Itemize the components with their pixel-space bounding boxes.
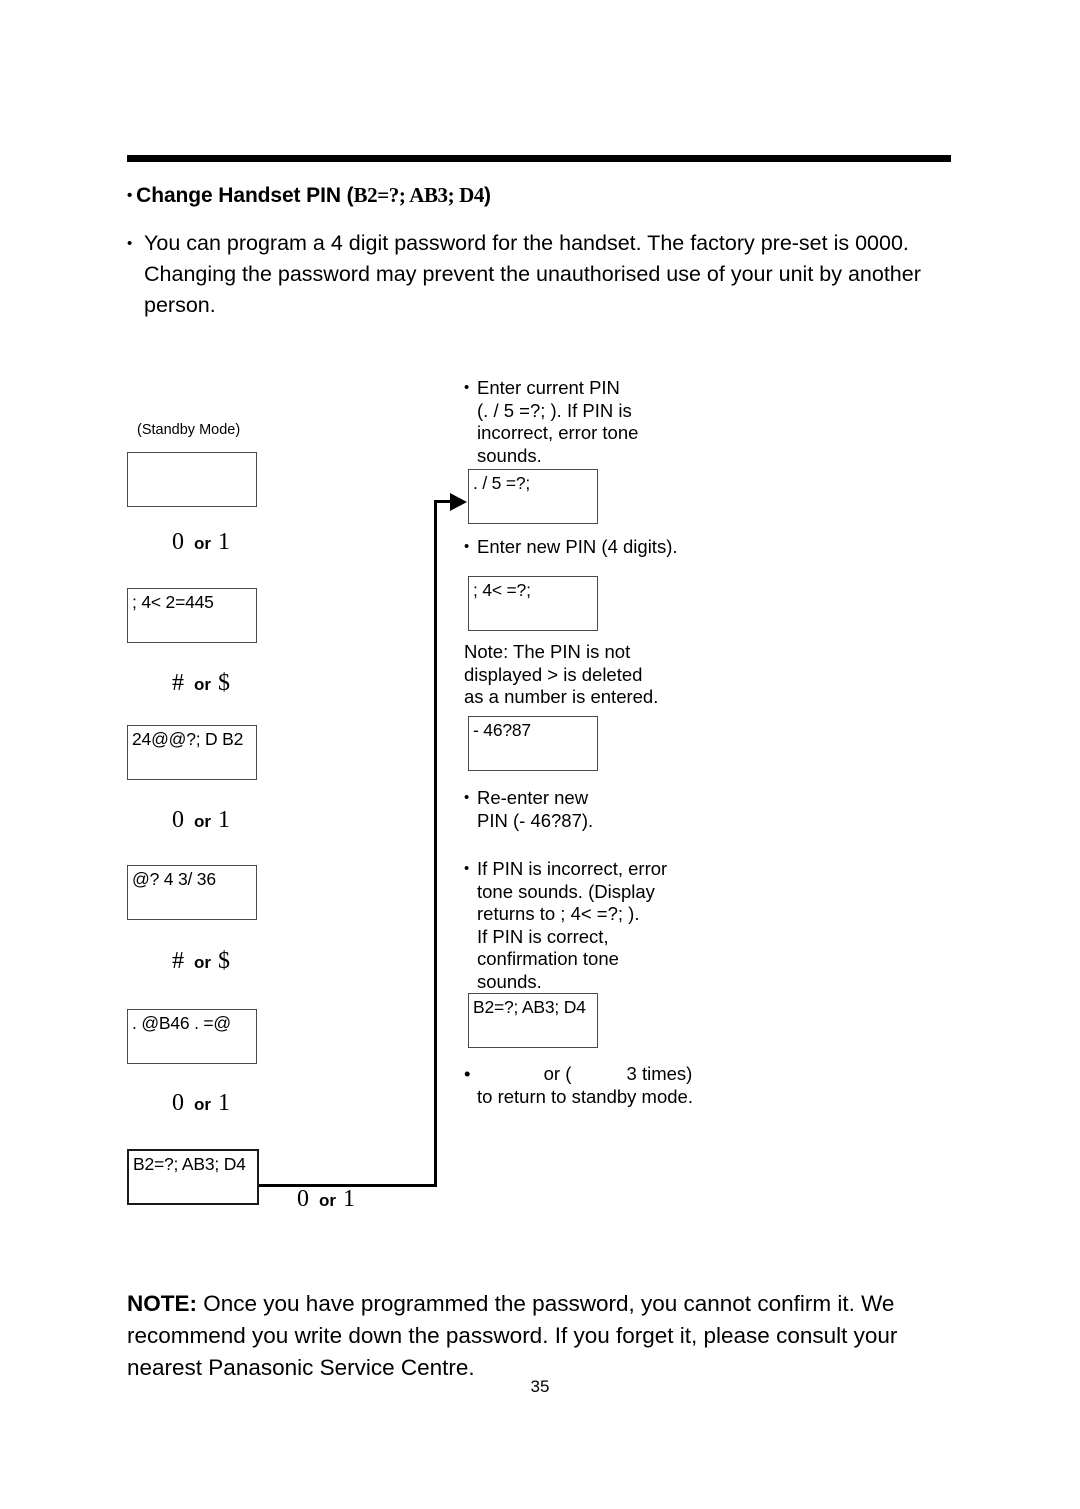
key-step-4-right: $ [218,948,230,974]
step-bullet-icon: • [464,379,470,396]
key-step-1: 0 or 1 [172,529,230,556]
note-line: Note: The PIN is not [464,641,631,662]
enter-pin-display-text: . / 5 =?; [473,473,531,493]
setting-display-text: @? 4 3/ 36 [132,869,216,889]
step-pin-result: • If PIN is incorrect, error tone sounds… [464,858,784,993]
submenu-display: . @B46 . =@ [127,1009,257,1064]
key-step-4: # or $ [172,948,230,975]
footer-note: NOTE: Once you have programmed the passw… [127,1288,957,1384]
step-line: tone sounds. (Display [477,880,655,902]
key-step-3-or: or [194,812,211,831]
key-step-4-or: or [194,953,211,972]
key-step-5: 0 or 1 [172,1090,230,1117]
step-line: Enter new PIN (4 digits). [477,536,678,557]
step-line: Enter current PIN [477,377,620,398]
key-step-1-or: or [194,534,211,553]
connector-arrowhead-icon [450,493,467,511]
key-step-6-or: or [319,1191,336,1210]
key-step-3-right: 1 [218,807,230,833]
confirm-display: B2=?; AB3; D4 [468,993,598,1048]
step-line: PIN (- 46?87). [477,809,594,831]
key-step-1-right: 1 [218,529,230,555]
return-or-open: or ( [543,1063,572,1084]
menu-display-text: ; 4< 2=445 [132,592,214,612]
footer-note-text: Once you have programmed the password, y… [127,1291,898,1380]
step-line: If PIN is incorrect, error [477,858,668,879]
step-line: confirmation tone [477,948,619,969]
new-pin-display: ; 4< =?; [468,576,598,631]
step-bullet-icon: • [464,789,470,806]
key-step-2-right: $ [218,670,230,696]
step-line: sounds. [477,444,542,466]
standby-mode-label: (Standby Mode) [137,422,241,438]
option-display-text: 24@@?; D B2 [132,729,244,749]
step-line: sounds. [477,970,542,992]
note-line: as a number is entered. [464,686,659,707]
key-step-2: # or $ [172,670,230,697]
standby-display [127,452,257,507]
enter-pin-display: . / 5 =?; [468,469,598,524]
step-line: Re-enter new [477,787,589,808]
note-pin-not-displayed: Note: The PIN is not displayed > is dele… [464,641,764,709]
step-bullet-icon: • [464,1063,471,1084]
step-bullet-icon: • [464,860,470,877]
key-step-2-or: or [194,675,211,694]
flow-diagram: (Standby Mode) 0 or 1 ; 4< 2=445 # or $ 24@@… [0,0,1080,1509]
confirm-display-text: B2=?; AB3; D4 [473,997,586,1017]
step-return-standby: • or ( 3 times) to return to standby mod… [464,1063,794,1108]
key-step-2-left: # [172,670,184,696]
connector-vertical [434,500,437,1186]
step-enter-new-pin: • Enter new PIN (4 digits). [464,536,784,559]
key-step-6-right: 1 [343,1186,355,1212]
setting-display: @? 4 3/ 36 [127,865,257,920]
key-step-5-right: 1 [218,1090,230,1116]
step-reenter-pin: • Re-enter new PIN (- 46?87). [464,787,764,832]
footer-note-label: NOTE: [127,1291,197,1316]
new-pin-display-text: ; 4< =?; [473,580,531,600]
key-step-1-left: 0 [172,529,184,555]
page-number: 35 [530,1377,550,1396]
handset-pin-display-text: B2=?; AB3; D4 [133,1154,246,1174]
note-line: displayed > is deleted [464,663,643,685]
step-line: to return to standby mode. [477,1085,693,1107]
document-page: • Change Handset PIN (B2=?; AB3; D4) • Yo… [0,0,1080,1509]
key-step-3: 0 or 1 [172,807,230,834]
step-line: returns to ; 4< =?; ). [477,903,640,924]
step-enter-current-pin: • Enter current PIN (. / 5 =?; ). If PIN… [464,377,764,467]
step-bullet-icon: • [464,538,470,555]
step-line: (. / 5 =?; ). If PIN is [477,399,632,421]
key-step-5-left: 0 [172,1090,184,1116]
step-line: incorrect, error tone [477,422,639,443]
key-step-6: 0 or 1 [297,1186,355,1213]
step-line-return-keys: • or ( 3 times) [464,1063,794,1086]
masked-pin-display: - 46?87 [468,716,598,771]
key-step-6-left: 0 [297,1186,309,1212]
key-step-5-or: or [194,1095,211,1114]
return-times: 3 times) [626,1063,693,1084]
key-step-4-left: # [172,948,184,974]
masked-pin-display-text: - 46?87 [473,720,531,740]
submenu-display-text: . @B46 . =@ [132,1013,231,1033]
menu-display: ; 4< 2=445 [127,588,257,643]
step-line: If PIN is correct, [477,925,609,947]
handset-pin-display: B2=?; AB3; D4 [127,1149,259,1205]
option-display: 24@@?; D B2 [127,725,257,780]
key-step-3-left: 0 [172,807,184,833]
